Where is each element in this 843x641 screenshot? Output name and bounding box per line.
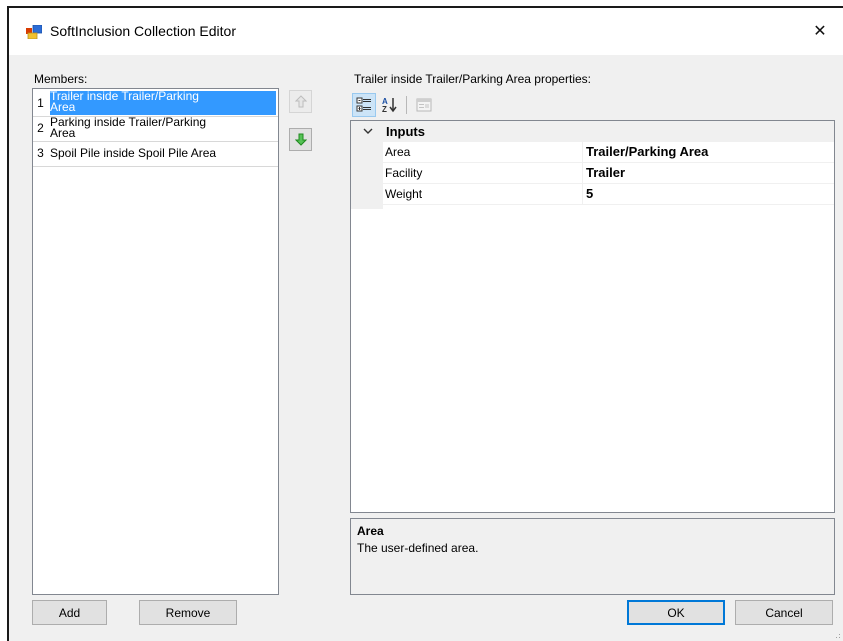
- help-description: The user-defined area.: [357, 541, 479, 555]
- cancel-button[interactable]: Cancel: [735, 600, 833, 625]
- category-label: Inputs: [386, 124, 425, 139]
- alphabetical-icon: A Z: [382, 97, 397, 114]
- categorized-button[interactable]: [352, 93, 376, 117]
- window-title: SoftInclusion Collection Editor: [50, 23, 236, 39]
- move-down-button[interactable]: [289, 128, 312, 151]
- property-name: Facility: [385, 166, 423, 180]
- close-button[interactable]: ✕: [797, 8, 843, 54]
- property-grid[interactable]: Inputs Area Trailer/Parking Area Facilit…: [350, 120, 835, 513]
- member-text: Spoil Pile inside Spoil Pile Area: [50, 146, 217, 160]
- member-text-line1: Trailer inside Trailer/Parking: [50, 91, 199, 103]
- member-text-line2: Area: [50, 126, 76, 140]
- categorized-icon: [356, 97, 371, 112]
- chevron-down-icon[interactable]: [363, 128, 373, 135]
- property-name: Weight: [385, 187, 423, 201]
- cancel-button-label: Cancel: [765, 605, 803, 620]
- members-label: Members:: [34, 72, 88, 86]
- collection-editor-window: SoftInclusion Collection Editor ✕ Member…: [7, 6, 843, 641]
- column-divider: [582, 142, 583, 162]
- add-button[interactable]: Add: [32, 600, 107, 625]
- member-text: Parking inside Trailer/Parking Area: [50, 116, 276, 140]
- remove-button-label: Remove: [165, 605, 211, 620]
- arrow-up-icon: [294, 95, 307, 108]
- property-value[interactable]: Trailer/Parking Area: [586, 142, 708, 162]
- help-pane: Area The user-defined area.: [350, 518, 835, 595]
- toolbar-separator: [406, 96, 407, 114]
- ok-button-label: OK: [667, 605, 685, 620]
- member-index: 1: [37, 96, 44, 110]
- property-name: Area: [385, 145, 411, 159]
- member-item[interactable]: 3 Spoil Pile inside Spoil Pile Area: [33, 141, 278, 167]
- resize-grip-icon[interactable]: [831, 629, 841, 639]
- column-divider: [582, 163, 583, 183]
- property-row-weight[interactable]: Weight 5: [383, 184, 834, 205]
- properties-header: Trailer inside Trailer/Parking Area prop…: [354, 72, 591, 86]
- property-pages-icon: [416, 98, 432, 112]
- member-index: 2: [37, 121, 44, 135]
- member-index: 3: [37, 146, 44, 160]
- svg-text:Z: Z: [382, 105, 387, 114]
- property-value[interactable]: Trailer: [586, 163, 625, 183]
- property-value[interactable]: 5: [586, 184, 593, 204]
- close-icon[interactable]: ✕: [813, 21, 826, 41]
- ok-button[interactable]: OK: [627, 600, 725, 625]
- column-divider: [582, 184, 583, 204]
- member-text-line2: Area: [50, 100, 76, 114]
- add-button-label: Add: [58, 605, 81, 620]
- property-pages-button[interactable]: [412, 93, 436, 117]
- member-item[interactable]: 2 Parking inside Trailer/Parking Area: [33, 116, 278, 142]
- property-row-area[interactable]: Area Trailer/Parking Area: [383, 142, 834, 163]
- title-bar: SoftInclusion Collection Editor ✕: [9, 8, 843, 55]
- arrow-down-icon: [294, 133, 307, 146]
- category-inputs[interactable]: Inputs: [351, 121, 834, 142]
- help-title: Area: [357, 524, 384, 538]
- property-row-facility[interactable]: Facility Trailer: [383, 163, 834, 184]
- member-text-line1: Parking inside Trailer/Parking: [50, 116, 207, 129]
- member-text: Trailer inside Trailer/Parking Area: [50, 91, 276, 115]
- app-icon: [26, 25, 42, 39]
- move-up-button[interactable]: [289, 90, 312, 113]
- members-list[interactable]: 1 Trailer inside Trailer/Parking Area 2 …: [32, 88, 279, 595]
- alphabetical-button[interactable]: A Z: [378, 93, 402, 117]
- remove-button[interactable]: Remove: [139, 600, 237, 625]
- member-item[interactable]: 1 Trailer inside Trailer/Parking Area: [33, 91, 278, 117]
